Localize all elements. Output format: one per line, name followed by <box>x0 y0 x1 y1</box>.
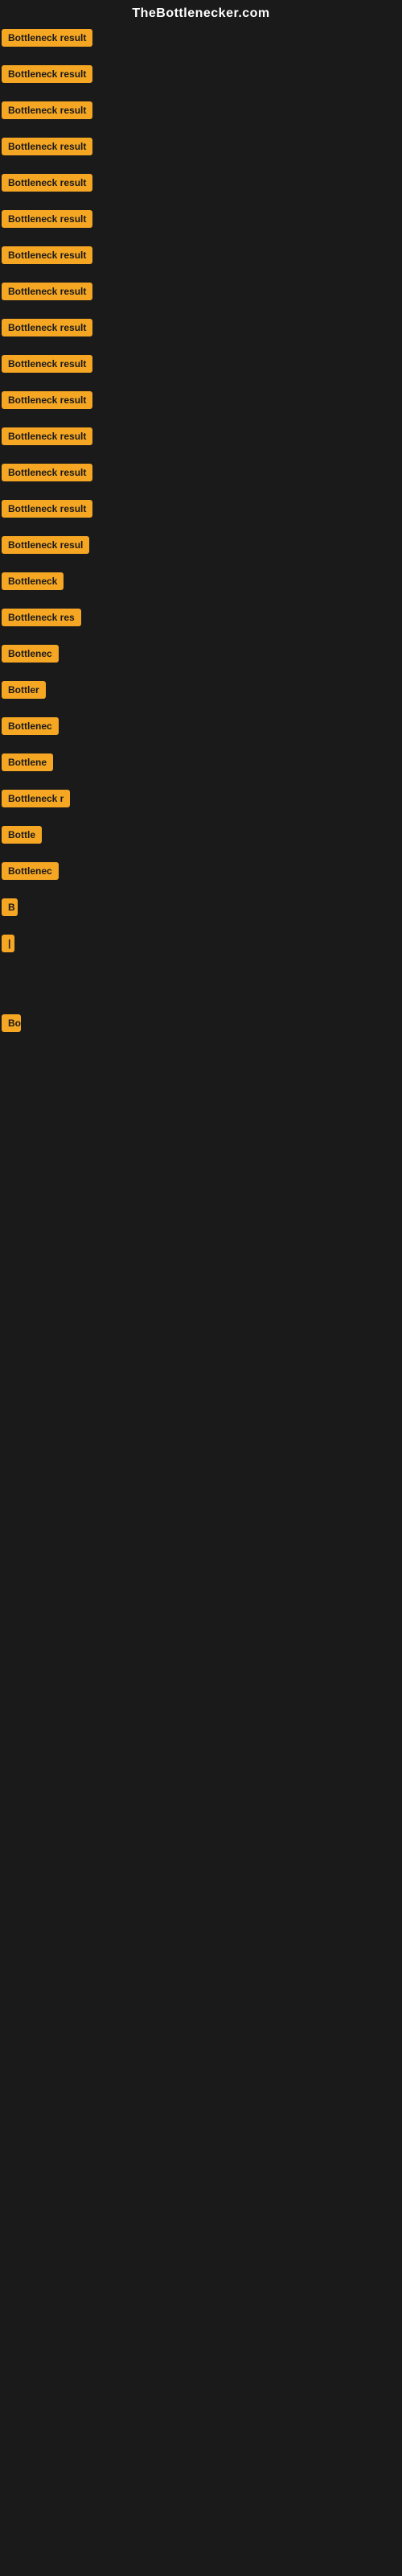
list-item: Bottlenec <box>2 861 402 886</box>
bottleneck-badge[interactable]: Bottleneck <box>2 572 64 590</box>
list-item: Bottleneck result <box>2 172 402 197</box>
bottleneck-badge[interactable]: Bottlenec <box>2 862 59 880</box>
list-item: B <box>2 897 402 922</box>
list-item: Bottlenec <box>2 643 402 668</box>
bottleneck-badge[interactable]: Bottleneck result <box>2 65 92 83</box>
list-item: Bottleneck res <box>2 607 402 632</box>
list-item: Bottleneck result <box>2 136 402 161</box>
bottleneck-badge[interactable]: Bo <box>2 1014 21 1032</box>
bottleneck-badge[interactable]: Bottlenec <box>2 717 59 735</box>
list-item: Bottlene <box>2 752 402 777</box>
bottleneck-badge[interactable]: Bottle <box>2 826 42 844</box>
list-item: | <box>2 933 402 958</box>
bottleneck-badge[interactable]: Bottleneck result <box>2 101 92 119</box>
list-item <box>2 1063 402 1067</box>
list-item: Bottleneck result <box>2 498 402 523</box>
list-item: Bottler <box>2 679 402 704</box>
bottleneck-badge[interactable]: B <box>2 898 18 916</box>
list-item: Bottleneck result <box>2 245 402 270</box>
list-item: Bottleneck result <box>2 390 402 415</box>
list-item <box>2 1049 402 1052</box>
bottleneck-badge[interactable]: Bottleneck result <box>2 464 92 481</box>
list-item: Bottleneck result <box>2 208 402 233</box>
bottleneck-badge[interactable]: Bottlene <box>2 753 53 771</box>
bottleneck-badge[interactable]: Bottleneck res <box>2 609 81 626</box>
list-item: Bottleneck result <box>2 281 402 306</box>
bottleneck-badge[interactable]: Bottleneck result <box>2 138 92 155</box>
list-item: Bo <box>2 1013 402 1038</box>
list-item: Bottleneck result <box>2 462 402 487</box>
list-item: Bottleneck result <box>2 353 402 378</box>
bottleneck-badge[interactable]: Bottleneck r <box>2 790 70 807</box>
list-item <box>2 998 402 1001</box>
list-item: Bottleneck resul <box>2 535 402 559</box>
list-item: Bottleneck result <box>2 100 402 125</box>
bottleneck-badge[interactable]: Bottleneck result <box>2 246 92 264</box>
bottleneck-badge[interactable]: Bottleneck result <box>2 391 92 409</box>
list-item: Bottleneck result <box>2 426 402 451</box>
bottleneck-badge[interactable]: Bottleneck result <box>2 319 92 336</box>
bottleneck-badge[interactable]: Bottleneck result <box>2 500 92 518</box>
bottleneck-badge[interactable]: Bottler <box>2 681 46 699</box>
bottleneck-badge[interactable]: Bottleneck result <box>2 427 92 445</box>
list-item <box>2 1092 402 1096</box>
bottleneck-badge[interactable]: Bottleneck result <box>2 283 92 300</box>
list-item: Bottleneck r <box>2 788 402 813</box>
list-item <box>2 1078 402 1081</box>
list-item: Bottleneck <box>2 571 402 596</box>
list-item: Bottleneck result <box>2 64 402 89</box>
bottleneck-badge[interactable]: Bottlenec <box>2 645 59 663</box>
bottleneck-badge[interactable]: Bottleneck resul <box>2 536 89 554</box>
list-item <box>2 969 402 972</box>
list-item <box>2 984 402 987</box>
list-item: Bottleneck result <box>2 27 402 52</box>
bottleneck-badge[interactable]: Bottleneck result <box>2 174 92 192</box>
bottleneck-badge[interactable]: | <box>2 935 14 952</box>
bottleneck-badge[interactable]: Bottleneck result <box>2 355 92 373</box>
list-item: Bottle <box>2 824 402 849</box>
bottleneck-badge[interactable]: Bottleneck result <box>2 29 92 47</box>
site-title: TheBottlenecker.com <box>132 6 269 20</box>
bottleneck-badge[interactable]: Bottleneck result <box>2 210 92 228</box>
bottleneck-list: Bottleneck result Bottleneck result Bottle… <box>0 24 402 1096</box>
list-item: Bottleneck result <box>2 317 402 342</box>
list-item: Bottlenec <box>2 716 402 741</box>
site-header: TheBottlenecker.com <box>0 0 402 24</box>
